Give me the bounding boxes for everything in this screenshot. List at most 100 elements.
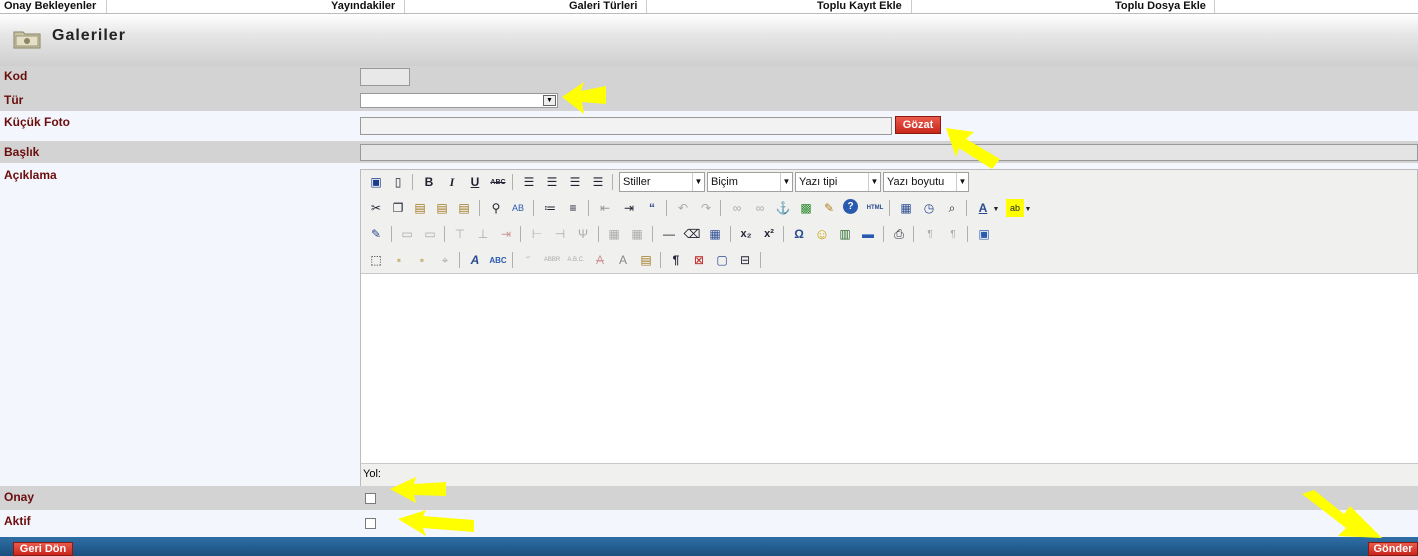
find-icon[interactable]: ⚲ [487, 199, 505, 217]
advhr-icon[interactable]: ▬ [859, 225, 877, 243]
media-icon[interactable]: ▥ [836, 225, 854, 243]
outdent-icon[interactable]: ⇤ [596, 199, 614, 217]
print-icon[interactable]: ⎙ [890, 225, 908, 243]
insert-col-before-icon[interactable]: ⊢ [528, 225, 546, 243]
visual-chars-icon[interactable]: ¶ [667, 251, 685, 269]
html-source-icon[interactable]: HTML [866, 199, 884, 217]
emoticon-icon[interactable]: ☺ [813, 225, 831, 243]
underline-icon[interactable]: U [466, 173, 484, 191]
attribs-icon[interactable]: ▤ [637, 251, 655, 269]
horizontal-rule-icon[interactable]: — [660, 225, 678, 243]
save-icon[interactable]: ▣ [367, 173, 385, 191]
baslik-input[interactable] [360, 144, 1418, 161]
browse-button[interactable]: Gözat [895, 116, 941, 134]
move-backward-icon[interactable]: ▪ [413, 251, 431, 269]
align-right-icon[interactable]: ☰ [566, 173, 584, 191]
move-forward-icon[interactable]: ▪ [390, 251, 408, 269]
blockquote-icon[interactable]: “ [643, 199, 661, 217]
template-icon[interactable]: ▢ [713, 251, 731, 269]
align-center-icon[interactable]: ☰ [543, 173, 561, 191]
anchor-icon[interactable]: ⚓ [774, 199, 792, 217]
kucuk-foto-input[interactable] [360, 117, 892, 135]
nav-toplu-kayit-ekle[interactable]: Toplu Kayıt Ekle [815, 0, 902, 13]
paste-word-icon[interactable]: ▤ [455, 199, 473, 217]
abbr-icon[interactable]: ABBR [543, 251, 561, 269]
baslik-row: Başlık [0, 141, 1418, 163]
absolute-icon[interactable]: ⌖ [436, 251, 454, 269]
new-page-icon[interactable]: ▯ [389, 173, 407, 191]
submit-button[interactable]: Gönder [1368, 542, 1418, 556]
cut-icon[interactable]: ✂ [367, 199, 385, 217]
align-left-icon[interactable]: ☰ [520, 173, 538, 191]
font-size-select[interactable]: Yazı boyutu ▼ [883, 172, 969, 192]
insert-row-after-icon[interactable]: ⊥ [474, 225, 492, 243]
split-cells-icon[interactable]: ▦ [605, 225, 623, 243]
chevron-down-icon[interactable]: ▼ [1023, 200, 1033, 218]
paste-text-icon[interactable]: ▤ [433, 199, 451, 217]
insert-text-icon[interactable]: A [614, 251, 632, 269]
delete-col-icon[interactable]: Ψ [574, 225, 592, 243]
spellcheck-icon[interactable]: ABC [489, 251, 507, 269]
pagebreak-icon[interactable]: ⊟ [736, 251, 754, 269]
toolbar-separator [391, 226, 392, 242]
cleanup-icon[interactable]: ✎ [820, 199, 838, 217]
superscript-icon[interactable]: x² [760, 225, 778, 243]
paste-icon[interactable]: ▤ [411, 199, 429, 217]
ltr-icon[interactable]: ¶ [921, 225, 939, 243]
rtl-icon[interactable]: ¶ [944, 225, 962, 243]
editor-content-area[interactable] [361, 273, 1418, 464]
redo-icon[interactable]: ↷ [697, 199, 715, 217]
table-icon[interactable]: ▦ [706, 225, 724, 243]
undo-icon[interactable]: ↶ [674, 199, 692, 217]
format-select[interactable]: Biçim ▼ [707, 172, 793, 192]
italic-icon[interactable]: I [443, 173, 461, 191]
nav-galeri-turleri[interactable]: Galeri Türleri [567, 0, 637, 13]
strikethrough-icon[interactable]: ABC [489, 173, 507, 191]
subscript-icon[interactable]: x₂ [737, 225, 755, 243]
insert-layer-icon[interactable]: ⬚ [367, 251, 385, 269]
text-color-icon[interactable]: A [974, 199, 992, 217]
insert-time-icon[interactable]: ◷ [920, 199, 938, 217]
acronym-icon[interactable]: A.B.C. [567, 251, 585, 269]
nav-yayindakiler[interactable]: Yayındakiler [329, 0, 395, 13]
tur-select[interactable]: ▼ [360, 93, 558, 108]
link-icon[interactable]: ∞ [728, 199, 746, 217]
edit-css-icon[interactable]: ✎ [367, 225, 385, 243]
copy-icon[interactable]: ❐ [389, 199, 407, 217]
cite-icon[interactable]: “” [519, 251, 537, 269]
numbered-list-icon[interactable]: ≡ [564, 199, 582, 217]
insert-col-after-icon[interactable]: ⊣ [551, 225, 569, 243]
aktif-checkbox[interactable] [365, 518, 376, 529]
remove-format-icon[interactable]: ⌫ [683, 225, 701, 243]
back-button[interactable]: Geri Dön [13, 542, 73, 556]
font-select[interactable]: Yazı tipi ▼ [795, 172, 881, 192]
nav-onay-bekleyenler[interactable]: Onay Bekleyenler [2, 0, 96, 13]
nonbreaking-icon[interactable]: ⊠ [690, 251, 708, 269]
onay-checkbox[interactable] [365, 493, 376, 504]
cell-props-icon[interactable]: ▭ [421, 225, 439, 243]
fullscreen-icon[interactable]: ▣ [975, 225, 993, 243]
merge-cells-icon[interactable]: ▦ [628, 225, 646, 243]
toolbar-separator [652, 226, 653, 242]
nav-separator [646, 0, 647, 13]
chevron-down-icon[interactable]: ▼ [991, 200, 1001, 218]
unlink-icon[interactable]: ∞ [751, 199, 769, 217]
bulleted-list-icon[interactable]: ≔ [541, 199, 559, 217]
preview-icon[interactable]: ⌕ [943, 199, 961, 217]
row-props-icon[interactable]: ▭ [398, 225, 416, 243]
nav-toplu-dosya-ekle[interactable]: Toplu Dosya Ekle [1113, 0, 1206, 13]
replace-icon[interactable]: AB [509, 199, 527, 217]
insert-date-icon[interactable]: ▦ [897, 199, 915, 217]
insert-row-before-icon[interactable]: ⊤ [451, 225, 469, 243]
image-icon[interactable]: ▩ [797, 199, 815, 217]
help-icon[interactable]: ? [843, 199, 858, 214]
bold-icon[interactable]: B [420, 173, 438, 191]
special-char-icon[interactable]: Ω [790, 225, 808, 243]
background-color-icon[interactable]: ab [1006, 199, 1024, 217]
indent-icon[interactable]: ⇥ [620, 199, 638, 217]
delete-text-icon[interactable]: A [591, 251, 609, 269]
align-justify-icon[interactable]: ☰ [589, 173, 607, 191]
styleprops-icon[interactable]: A [466, 251, 484, 269]
styles-select[interactable]: Stiller ▼ [619, 172, 705, 192]
delete-row-icon[interactable]: ⇥ [497, 225, 515, 243]
